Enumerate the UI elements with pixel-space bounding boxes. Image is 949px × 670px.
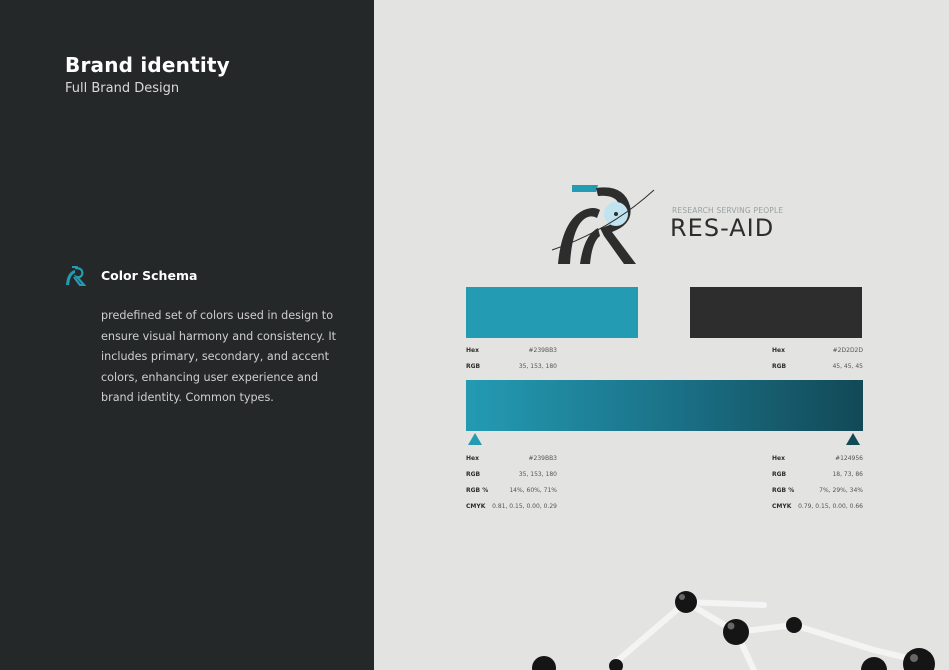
gradient-start-cmyk-row: CMYK 0.81, 0.15, 0.00, 0.29	[466, 503, 557, 510]
gradient-end-hex-row: Hex #124956	[772, 455, 863, 462]
gradient-end-rgbp-row: RGB % 7%, 29%, 34%	[772, 487, 863, 494]
gradient-swatch	[466, 380, 863, 431]
gradient-start-rgb-row: RGB 35, 153, 180	[466, 471, 557, 478]
res-aid-logo-icon	[66, 266, 87, 286]
secondary-color-swatch	[690, 287, 862, 338]
gradient-end-rgb-row: RGB 18, 73, 86	[772, 471, 863, 478]
primary-rgb-row: RGB 35, 153, 180	[466, 363, 557, 370]
secondary-hex-row: Hex #2D2D2D	[772, 347, 863, 354]
page-title: Brand identity	[65, 53, 230, 77]
logo-name: RES-AID	[670, 214, 775, 242]
gradient-start-rgbp-row: RGB % 14%, 60%, 71%	[466, 487, 557, 494]
primary-color-swatch	[466, 287, 638, 338]
section-description: predefined set of colors used in design …	[101, 309, 337, 404]
secondary-rgb-row: RGB 45, 45, 45	[772, 363, 863, 370]
page-subtitle: Full Brand Design	[65, 81, 180, 96]
gradient-start-hex-row: Hex #239BB3	[466, 455, 557, 462]
left-panel: Brand identity Full Brand Design Color S…	[0, 0, 374, 670]
molecule-model-image	[532, 591, 935, 670]
gradient-end-cmyk-row: CMYK 0.79, 0.15, 0.00, 0.66	[772, 503, 863, 510]
section-title: Color Schema	[101, 268, 198, 283]
gradient-end-marker-icon	[846, 433, 860, 445]
primary-hex-row: Hex #239BB3	[466, 347, 557, 354]
gradient-start-marker-icon	[468, 433, 482, 445]
right-panel: RESEARCH SERVING PEOPLE RES-AID Hex #239B…	[374, 0, 949, 670]
